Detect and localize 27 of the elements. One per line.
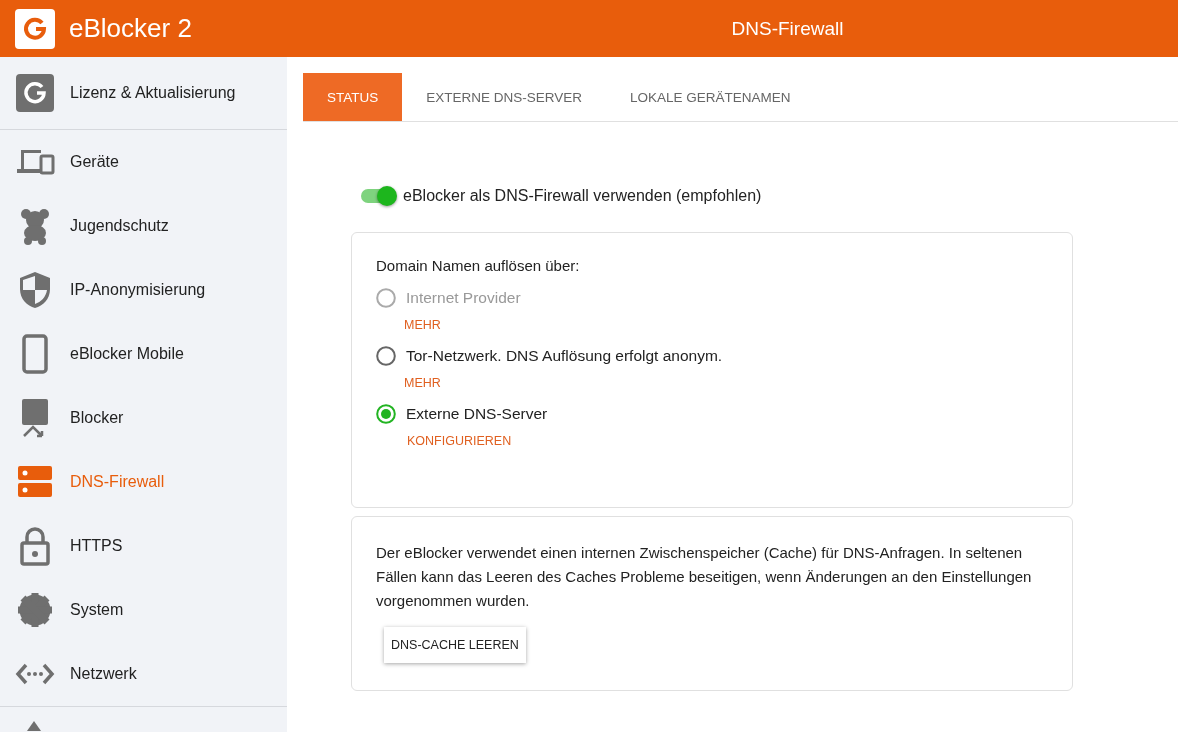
radio-option[interactable]: Tor-Netzwerk. DNS Auflösung erfolgt anonym. (376, 346, 1048, 366)
sidebar-item[interactable]: System (0, 578, 287, 642)
radio-option[interactable]: Externe DNS-Server (376, 404, 1048, 424)
description-text: Der eBlocker verwendet einen internen Zwischenspeicher (Cache) für DNS-Anfragen. In seltenen Fällen kann das Leeren des Caches Probleme beseitigen, wenn Änderungen an den Einstellungen vorgenommen wurden. (376, 543, 1033, 611)
sidebar-item[interactable]: IP-Anonymisierung (0, 258, 287, 322)
sidebar-item[interactable]: Blocker (0, 386, 287, 450)
triangle-icon (27, 721, 41, 731)
link[interactable]: MEHR (404, 376, 441, 390)
sidebar-item[interactable]: Jugendschutz (0, 194, 287, 258)
sidebar-item[interactable]: Geräte (0, 130, 287, 194)
toggle-label: eBlocker als DNS-Firewall verwenden (empfohlen) (403, 187, 762, 205)
clear-cache-button[interactable]: DNS-CACHE LEEREN (384, 627, 526, 663)
toggle-switch[interactable] (361, 186, 395, 206)
page-title: DNS-Firewall (730, 17, 845, 40)
sidebar-item[interactable]: eBlocker Mobile (0, 322, 287, 386)
card-heading: Domain Namen auflösen über: (376, 257, 581, 274)
app-logo-text: eBlocker 2 (69, 13, 193, 44)
sidebar-item[interactable]: Lizenz & Aktualisierung (0, 57, 287, 130)
tab[interactable]: LOKALE GERÄTENAMEN (606, 73, 815, 121)
link[interactable]: KONFIGURIEREN (407, 434, 512, 448)
sidebar-item[interactable]: Netzwerk (0, 642, 287, 706)
radio-button[interactable] (376, 404, 396, 424)
sidebar-item[interactable]: HTTPS (0, 514, 287, 578)
radio-button[interactable] (376, 346, 396, 366)
refresh-icon (15, 73, 55, 113)
tab[interactable]: EXTERNE DNS-SERVER (402, 73, 607, 121)
logo-icon (15, 8, 55, 49)
